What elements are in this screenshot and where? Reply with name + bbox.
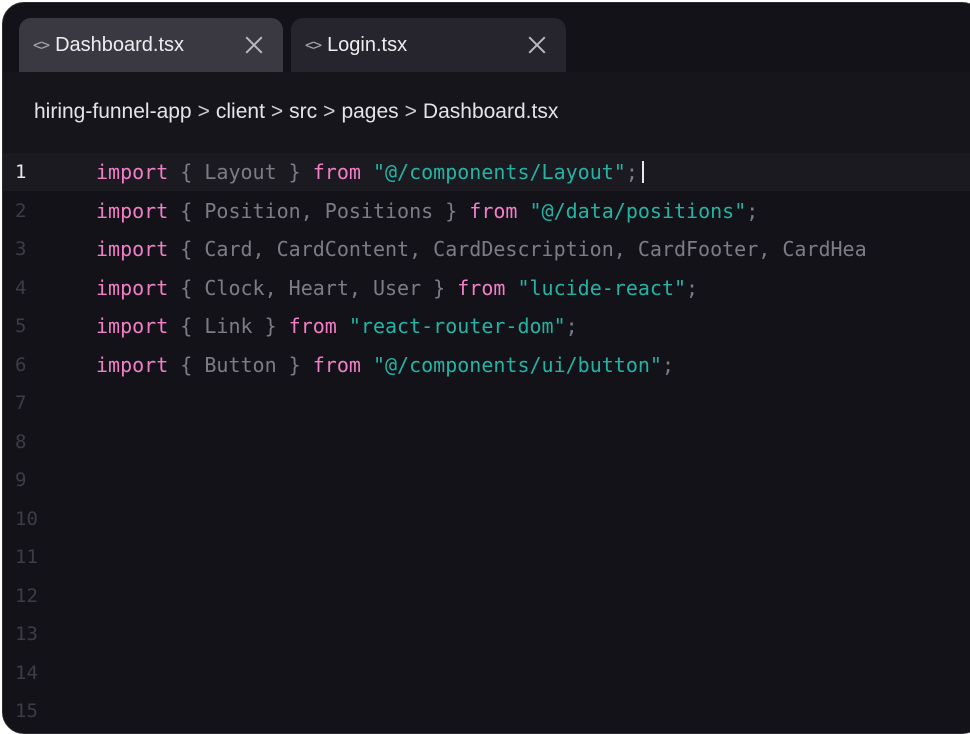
- keyword-token: from: [457, 275, 506, 300]
- keyword-token: import: [96, 198, 169, 223]
- code-line[interactable]: 8: [3, 423, 970, 461]
- plain-token: { Clock, Heart, User }: [168, 275, 458, 300]
- code-line[interactable]: 7: [3, 384, 970, 422]
- breadcrumb-item-client[interactable]: client: [216, 100, 265, 123]
- keyword-token: import: [96, 352, 169, 377]
- plain-token: ;: [746, 198, 759, 223]
- keyword-token: import: [96, 275, 169, 300]
- code-text: import { Link } from "react-router-dom";: [96, 307, 578, 345]
- keyword-token: from: [469, 198, 518, 223]
- code-line[interactable]: 12: [3, 577, 970, 615]
- code-line[interactable]: 9: [3, 461, 970, 499]
- code-icon: <>: [305, 36, 322, 54]
- tab-label: Login.tsx: [327, 33, 408, 56]
- line-number: 12: [15, 584, 38, 607]
- breadcrumb-item-file[interactable]: Dashboard.tsx: [423, 100, 558, 123]
- breadcrumb: hiring-funnel-app > client > src > pages > Dashb…: [34, 100, 558, 124]
- line-number: 1: [15, 161, 27, 183]
- string-token: "lucide-react": [517, 275, 687, 300]
- line-number: 9: [15, 469, 27, 491]
- plain-token: ;: [686, 275, 699, 300]
- keyword-token: from: [312, 160, 361, 184]
- code-text: import { Clock, Heart, User } from "luci…: [96, 269, 698, 307]
- tab-label: Dashboard.tsx: [55, 33, 185, 56]
- plain-token: { Button }: [168, 352, 313, 377]
- close-icon[interactable]: [243, 34, 265, 56]
- code-line[interactable]: 11: [3, 538, 970, 576]
- string-token: "@/components/Layout": [372, 160, 626, 184]
- keyword-token: from: [312, 352, 361, 377]
- plain-token: { Layout }: [168, 160, 313, 184]
- line-number: 13: [15, 623, 38, 645]
- text-cursor: [641, 161, 644, 183]
- breadcrumb-separator: >: [197, 100, 210, 123]
- code-line[interactable]: 4 import { Clock, Heart, User } from "luc…: [3, 269, 970, 307]
- keyword-token: import: [96, 160, 169, 184]
- line-number: 5: [15, 315, 27, 337]
- breadcrumb-separator: >: [270, 100, 284, 123]
- plain-token: { Link }: [168, 314, 289, 338]
- code-line[interactable]: 6 import { Button } from "@/components/ui…: [3, 346, 970, 384]
- string-token: "@/data/positions": [529, 198, 747, 223]
- tab-bar: <> Dashboard.tsx <> Login.tsx: [3, 3, 970, 73]
- line-number: 8: [15, 430, 27, 453]
- line-number: 4: [15, 276, 27, 299]
- code-icon: <>: [33, 36, 50, 54]
- code-line[interactable]: 2 import { Position, Positions } from "@/…: [3, 192, 970, 230]
- code-text: import { Card, CardContent, CardDescript…: [96, 230, 867, 268]
- breadcrumb-separator: >: [404, 100, 417, 123]
- plain-token: ;: [625, 160, 638, 184]
- code-text: import { Button } from "@/components/ui/…: [96, 346, 674, 384]
- code-line[interactable]: 5 import { Link } from "react-router-dom"…: [3, 307, 970, 345]
- close-icon[interactable]: [526, 34, 548, 56]
- plain-token: { Card, CardContent, CardDescription, Ca…: [168, 237, 867, 261]
- string-token: "@/components/ui/button": [372, 352, 662, 377]
- code-editor-window: <> Dashboard.tsx <> Login.tsx hiring-fun…: [2, 2, 970, 734]
- line-number: 6: [15, 353, 27, 376]
- string-token: "react-router-dom": [348, 314, 566, 338]
- code-line[interactable]: 14: [3, 654, 970, 692]
- breadcrumb-separator: >: [323, 100, 336, 123]
- line-number: 15: [15, 700, 38, 722]
- line-number: 7: [15, 392, 27, 414]
- line-number: 2: [15, 199, 27, 222]
- line-number: 11: [15, 546, 38, 568]
- breadcrumb-item-pages[interactable]: pages: [341, 100, 398, 123]
- code-line[interactable]: 1 import { Layout } from "@/components/La…: [3, 153, 970, 191]
- code-line[interactable]: 10: [3, 500, 970, 538]
- breadcrumb-item-src[interactable]: src: [289, 100, 317, 123]
- plain-token: ;: [661, 352, 674, 377]
- code-editor[interactable]: 1 import { Layout } from "@/components/La…: [3, 153, 970, 733]
- plain-token: { Position, Positions }: [168, 198, 470, 223]
- line-number: 14: [15, 661, 38, 684]
- plain-token: ;: [565, 314, 578, 338]
- code-line[interactable]: 3 import { Card, CardContent, CardDescrip…: [3, 230, 970, 268]
- code-text: import { Position, Positions } from "@/d…: [96, 192, 758, 230]
- tab-login[interactable]: <> Login.tsx: [291, 18, 566, 72]
- keyword-token: import: [96, 314, 169, 338]
- keyword-token: from: [288, 314, 337, 338]
- tab-dashboard[interactable]: <> Dashboard.tsx: [19, 18, 283, 72]
- code-line[interactable]: 15: [3, 692, 970, 730]
- breadcrumb-item-project[interactable]: hiring-funnel-app: [34, 100, 192, 123]
- keyword-token: import: [96, 237, 169, 261]
- line-number: 10: [15, 507, 38, 530]
- line-number: 3: [15, 238, 27, 260]
- code-text: import { Layout } from "@/components/Lay…: [96, 153, 644, 191]
- code-line[interactable]: 13: [3, 615, 970, 653]
